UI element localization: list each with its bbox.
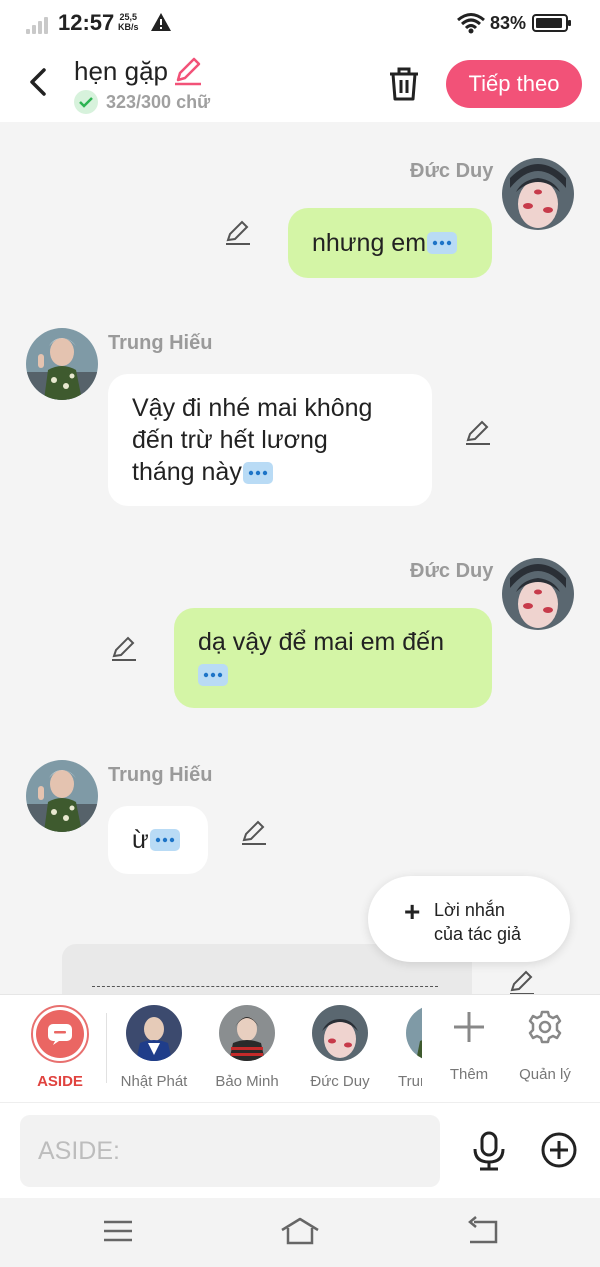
message-bubble[interactable]: dạ vậy để mai em đến <box>174 608 492 708</box>
status-bar: 12:57 25,5 KB/s 83% <box>0 0 600 48</box>
edit-message-icon[interactable] <box>110 634 138 662</box>
note-divider <box>92 986 438 987</box>
story-title[interactable]: hẹn gặp <box>74 56 168 87</box>
avatar <box>312 1005 368 1061</box>
system-nav-bar <box>0 1198 600 1267</box>
message-text-line: Vậy đi nhé mai không <box>132 394 373 422</box>
net-speed-unit: KB/s <box>118 22 139 32</box>
edit-message-icon[interactable] <box>224 218 252 246</box>
battery-icon <box>532 14 571 32</box>
character-bar: ASIDE Nhật Phát Bảo Minh Đức Duy Trung H… <box>0 994 600 1102</box>
avatar-duc-duy[interactable] <box>502 558 574 630</box>
message-text-line: đến trừ hết lương <box>132 426 328 454</box>
character-label: Nhật Phát <box>120 1073 188 1090</box>
message-text-line: tháng này <box>132 458 242 486</box>
add-label: Thêm <box>449 1066 489 1083</box>
check-icon <box>74 90 98 114</box>
author-note-line2: của tác giả <box>434 924 522 944</box>
character-bao-minh[interactable]: Bảo Minh <box>202 1005 292 1090</box>
aside-avatar <box>31 1005 89 1063</box>
edit-message-icon[interactable] <box>508 968 536 994</box>
sender-name: Đức Duy <box>410 160 494 182</box>
message-bubble[interactable]: ừ <box>108 806 208 874</box>
chevron-left-icon <box>30 68 46 96</box>
wifi-icon <box>457 13 485 34</box>
chat-bubble-icon <box>48 1024 72 1045</box>
trash-icon[interactable] <box>384 64 424 104</box>
microphone-icon[interactable] <box>470 1131 508 1171</box>
character-label: Trung Hiếu <box>398 1073 422 1090</box>
char-count: 323/300 chữ <box>106 92 211 112</box>
typing-dots-icon <box>427 232 458 254</box>
author-note-line1: Lời nhắn <box>434 900 505 920</box>
plus-icon <box>454 1012 484 1042</box>
manage-label: Quản lý <box>519 1066 571 1083</box>
character-nhat-phat[interactable]: Nhật Phát <box>109 1005 199 1090</box>
home-icon[interactable] <box>280 1216 320 1246</box>
edit-message-icon[interactable] <box>240 818 268 846</box>
back-nav-icon[interactable] <box>462 1216 502 1246</box>
battery-percent: 83% <box>490 13 527 33</box>
message-bubble[interactable]: nhưng em <box>288 208 492 278</box>
typing-dots-icon <box>149 829 180 851</box>
message-text: ừ <box>132 826 149 854</box>
signal-icon <box>26 16 52 34</box>
avatar <box>406 1005 422 1061</box>
avatar-trung-hieu[interactable] <box>26 760 98 832</box>
menu-icon[interactable] <box>98 1216 138 1246</box>
net-speed: 25,5 KB/s <box>118 12 139 32</box>
message-bubble[interactable]: Vậy đi nhé mai không đến trừ hết lương t… <box>108 374 432 506</box>
avatar-trung-hieu[interactable] <box>26 328 98 400</box>
gear-icon <box>528 1010 562 1044</box>
typing-dots-icon <box>242 462 273 485</box>
character-duc-duy[interactable]: Đức Duy <box>295 1005 385 1090</box>
character-aside[interactable]: ASIDE <box>15 1005 105 1090</box>
avatar <box>126 1005 182 1061</box>
message-text: nhưng em <box>312 229 427 257</box>
avatar-duc-duy[interactable] <box>502 158 574 230</box>
character-label: Đức Duy <box>310 1073 370 1090</box>
character-label: Bảo Minh <box>215 1073 279 1090</box>
typing-dots-icon <box>198 664 228 687</box>
chat-area[interactable]: Đức Duy nhưng em Trung Hiếu Vậy đi nhé m… <box>0 122 600 994</box>
character-label: ASIDE <box>37 1073 83 1090</box>
next-button[interactable]: Tiếp theo <box>446 60 582 108</box>
header: hẹn gặp 323/300 chữ Tiếp theo <box>0 48 600 122</box>
sender-name: Đức Duy <box>410 560 494 582</box>
manage-button[interactable]: Quản lý <box>510 1009 580 1083</box>
author-note-label: Lời nhắn của tác giả <box>434 898 521 946</box>
add-character-button[interactable]: Thêm <box>434 1009 504 1083</box>
author-note-button[interactable]: + Lời nhắn của tác giả <box>368 876 570 962</box>
warning-icon <box>151 13 171 31</box>
message-input[interactable] <box>20 1115 440 1187</box>
edit-title-icon[interactable] <box>172 54 204 86</box>
sender-name: Trung Hiếu <box>108 332 213 354</box>
divider <box>106 1013 107 1083</box>
plus-icon: + <box>404 896 421 927</box>
add-attachment-icon[interactable] <box>540 1131 578 1169</box>
avatar <box>219 1005 275 1061</box>
sender-name: Trung Hiếu <box>108 764 213 786</box>
net-speed-value: 25,5 <box>119 12 138 22</box>
character-trung-hieu[interactable]: Trung Hiếu <box>388 1005 422 1090</box>
status-time: 12:57 <box>58 10 115 35</box>
message-text-line: dạ vậy để mai em đến <box>198 628 444 656</box>
input-bar <box>0 1102 600 1198</box>
edit-message-icon[interactable] <box>464 418 492 446</box>
back-button[interactable] <box>20 62 56 102</box>
